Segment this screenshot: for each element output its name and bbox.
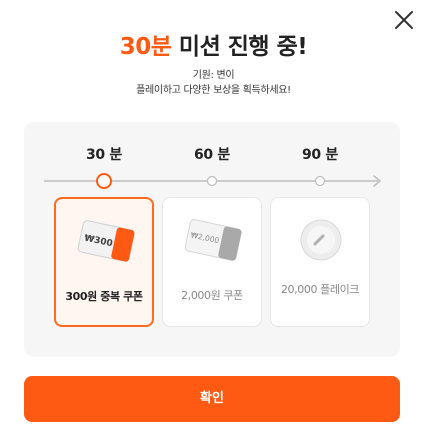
coupon-icon: ₩2,000 <box>184 219 242 261</box>
step-dot-90 <box>314 175 326 187</box>
reward-panel: 30 분 60 분 90 분 ₩300 300원 중복 쿠폰 ₩2,000 2,… <box>24 122 400 357</box>
step-label-30: 30 분 <box>85 147 123 163</box>
progress-track <box>44 172 384 190</box>
step-label-90: 90 분 <box>301 147 339 163</box>
reward-card-flake[interactable]: 20,000 플레이크 <box>270 197 370 327</box>
page-title: 30분 미션 진행 중! <box>0 32 427 62</box>
confirm-button[interactable]: 확인 <box>24 376 400 422</box>
step-dot-60 <box>206 175 218 187</box>
reward-label: 20,000 플레이크 <box>280 283 360 296</box>
flake-coin-icon <box>300 219 342 261</box>
reward-card-2000-coupon[interactable]: ₩2,000 2,000원 쿠폰 <box>162 197 262 327</box>
step-dot-current <box>96 173 112 189</box>
reward-label: 2,000원 쿠폰 <box>181 289 243 302</box>
coupon-icon: ₩300 <box>77 220 135 262</box>
close-icon <box>395 11 413 29</box>
reward-label: 300원 중복 쿠폰 <box>65 290 143 303</box>
close-button[interactable] <box>392 8 416 32</box>
mission-source: 기원: 변이 <box>192 70 235 81</box>
subtitle: 플레이하고 다양한 보상을 획득하세요! <box>136 85 291 96</box>
header: 30분 미션 진행 중! 기원: 변이 플레이하고 다양한 보상을 획득하세요! <box>0 32 427 98</box>
title-rest: 미션 진행 중! <box>171 34 308 60</box>
step-label-60: 60 분 <box>193 147 231 163</box>
reward-card-300-coupon[interactable]: ₩300 300원 중복 쿠폰 <box>54 197 154 327</box>
title-accent: 30분 <box>119 34 172 60</box>
